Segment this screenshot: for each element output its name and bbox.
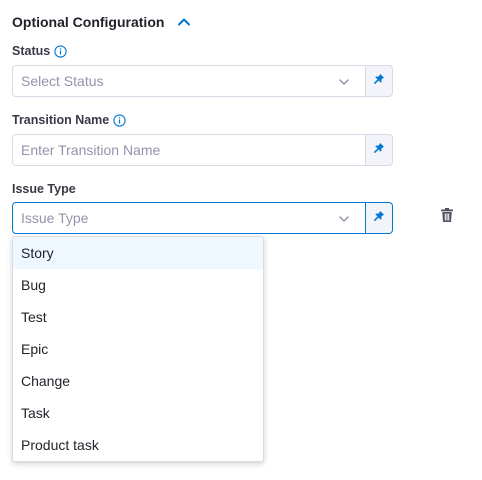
section-header: Optional Configuration bbox=[12, 12, 192, 32]
issue-type-label: Issue Type bbox=[12, 182, 76, 196]
chevron-up-icon[interactable] bbox=[176, 14, 192, 30]
pin-icon bbox=[373, 72, 385, 90]
info-icon[interactable] bbox=[113, 113, 126, 127]
trash-icon[interactable] bbox=[438, 206, 456, 224]
issue-type-label-row: Issue Type bbox=[12, 181, 76, 197]
transition-name-label-row: Transition Name bbox=[12, 112, 126, 128]
info-icon[interactable] bbox=[54, 44, 67, 58]
pin-icon bbox=[373, 141, 385, 159]
transition-name-field: Enter Transition Name bbox=[12, 134, 393, 166]
transition-name-input[interactable]: Enter Transition Name bbox=[12, 134, 366, 166]
status-field: Select Status bbox=[12, 65, 393, 97]
status-select[interactable]: Select Status bbox=[12, 65, 366, 97]
status-label-row: Status bbox=[12, 43, 67, 59]
chevron-down-icon[interactable] bbox=[337, 212, 351, 226]
optional-configuration-panel: Optional Configuration Status Select Sta… bbox=[0, 0, 482, 480]
dropdown-option-story[interactable]: Story bbox=[13, 237, 263, 269]
pin-icon bbox=[373, 209, 385, 227]
dropdown-option-product-task[interactable]: Product task bbox=[13, 429, 263, 461]
dropdown-option-epic[interactable]: Epic bbox=[13, 333, 263, 365]
transition-name-pin-button[interactable] bbox=[366, 134, 393, 166]
dropdown-option-task[interactable]: Task bbox=[13, 397, 263, 429]
issue-type-placeholder: Issue Type bbox=[21, 210, 89, 226]
status-label: Status bbox=[12, 44, 51, 58]
dropdown-option-test[interactable]: Test bbox=[13, 301, 263, 333]
transition-name-label: Transition Name bbox=[12, 113, 110, 127]
transition-name-placeholder: Enter Transition Name bbox=[21, 142, 161, 158]
issue-type-select[interactable]: Issue Type bbox=[12, 202, 366, 234]
issue-type-dropdown-menu: Story Bug Test Epic Change Task Product … bbox=[12, 236, 264, 462]
dropdown-option-bug[interactable]: Bug bbox=[13, 269, 263, 301]
issue-type-field: Issue Type bbox=[12, 202, 393, 234]
section-title: Optional Configuration bbox=[12, 14, 165, 30]
status-pin-button[interactable] bbox=[366, 65, 393, 97]
dropdown-option-change[interactable]: Change bbox=[13, 365, 263, 397]
issue-type-pin-button[interactable] bbox=[366, 202, 393, 234]
chevron-down-icon[interactable] bbox=[337, 75, 351, 89]
status-placeholder: Select Status bbox=[21, 73, 104, 89]
